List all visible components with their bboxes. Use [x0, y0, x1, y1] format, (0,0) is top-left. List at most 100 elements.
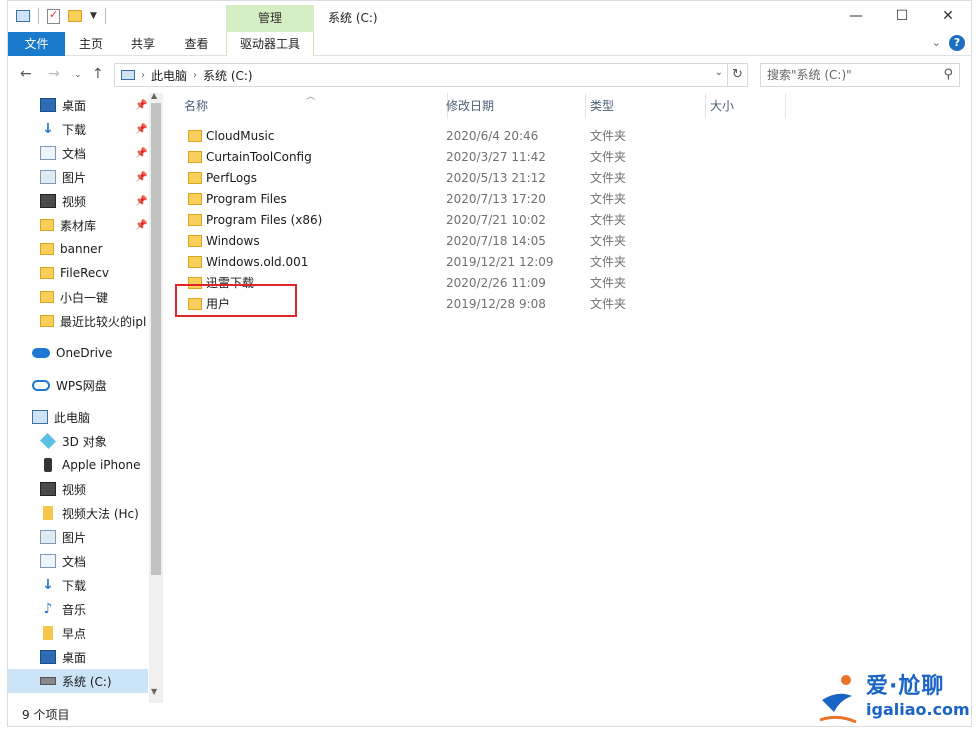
column-header-size[interactable]: 大小	[706, 93, 786, 119]
nav-item-pc-videos[interactable]: 视频	[8, 477, 148, 501]
properties-icon[interactable]	[47, 8, 60, 24]
folder-icon	[188, 256, 202, 268]
refresh-button[interactable]: ↻	[728, 63, 748, 87]
nav-item-downloads[interactable]: ↓ 下载 📌	[8, 117, 148, 141]
watermark-en-text: igaliao.com	[866, 700, 970, 719]
file-type: 文件夹	[590, 234, 627, 248]
scroll-up-chevron-icon[interactable]: ▲	[151, 91, 157, 100]
tab-manage[interactable]: 管理	[226, 5, 314, 32]
nav-item-video-drive[interactable]: 视频大法 (Hc)	[8, 501, 148, 525]
folder-icon	[40, 267, 54, 279]
nav-item-label: 此电脑	[54, 410, 91, 425]
download-icon: ↓	[42, 121, 54, 137]
file-date: 2020/7/13 17:20	[446, 192, 546, 206]
watermark: 爱·尬聊 igaliao.com	[818, 664, 978, 730]
column-header-date[interactable]: 修改日期	[442, 93, 586, 119]
file-row[interactable]: CloudMusic 2020/6/4 20:46 文件夹	[168, 126, 768, 147]
nav-item-onedrive[interactable]: OneDrive	[8, 341, 148, 365]
window-title: 系统 (C:)	[328, 11, 378, 25]
nav-item-material-library[interactable]: 素材库 📌	[8, 213, 148, 237]
pictures-icon	[40, 530, 56, 544]
file-row[interactable]: PerfLogs 2020/5/13 21:12 文件夹	[168, 168, 768, 189]
tab-drive-tools[interactable]: 驱动器工具	[226, 32, 314, 56]
file-type: 文件夹	[590, 129, 627, 143]
scroll-down-chevron-icon[interactable]: ▼	[151, 687, 157, 696]
folder-icon	[188, 130, 202, 142]
file-row[interactable]: Windows.old.001 2019/12/21 12:09 文件夹	[168, 252, 768, 273]
file-row[interactable]: Windows 2020/7/18 14:05 文件夹	[168, 231, 768, 252]
forward-arrow-icon[interactable]: →	[48, 66, 60, 82]
folder-icon	[40, 315, 54, 327]
tab-home[interactable]: 主页	[65, 32, 117, 56]
nav-item-pictures[interactable]: 图片 📌	[8, 165, 148, 189]
phone-icon	[44, 458, 52, 472]
file-type: 文件夹	[590, 150, 627, 164]
new-folder-icon[interactable]	[68, 10, 82, 22]
file-row[interactable]: CurtainToolConfig 2020/3/27 11:42 文件夹	[168, 147, 768, 168]
file-name: Program Files (x86)	[206, 213, 323, 227]
breadcrumb-chevron-icon[interactable]: ›	[193, 70, 197, 81]
nav-item-pc-pictures[interactable]: 图片	[8, 525, 148, 549]
back-arrow-icon[interactable]: ←	[20, 66, 32, 82]
highlight-annotation	[175, 284, 297, 317]
toolbar-divider	[104, 8, 106, 24]
nav-item-zaodian[interactable]: 早点	[8, 621, 148, 645]
nav-item-pc-desktop[interactable]: 桌面	[8, 645, 148, 669]
file-type: 文件夹	[590, 213, 627, 227]
nav-item-desktop[interactable]: 桌面 📌	[8, 93, 148, 117]
minimize-button[interactable]: —	[833, 1, 879, 32]
file-type: 文件夹	[590, 297, 627, 311]
nav-item-pc-documents[interactable]: 文档	[8, 549, 148, 573]
file-date: 2020/7/18 14:05	[446, 234, 546, 248]
nav-item-label: 视频	[62, 194, 87, 209]
up-arrow-icon[interactable]: ↑	[92, 66, 104, 82]
nav-item-xiaobai[interactable]: 小白一键	[8, 285, 148, 309]
nav-item-this-pc[interactable]: 此电脑	[8, 405, 148, 429]
recent-locations-chevron-icon[interactable]: ⌄	[74, 70, 82, 80]
nav-item-filerecv[interactable]: FileRecv	[8, 261, 148, 285]
pin-icon: 📌	[135, 147, 148, 159]
nav-item-music[interactable]: ♪ 音乐	[8, 597, 148, 621]
breadcrumb-chevron-icon[interactable]: ›	[141, 70, 145, 81]
maximize-button[interactable]: ☐	[879, 1, 925, 32]
search-input[interactable]: 搜索"系统 (C:)" ⚲	[760, 63, 960, 87]
drive-tag-icon	[43, 626, 53, 640]
onedrive-icon	[32, 348, 50, 358]
drive-icon	[40, 677, 56, 685]
tab-file[interactable]: 文件	[8, 32, 65, 56]
file-row[interactable]: Program Files 2020/7/13 17:20 文件夹	[168, 189, 768, 210]
this-pc-icon[interactable]	[16, 10, 30, 22]
nav-item-banner[interactable]: banner	[8, 237, 148, 261]
explorer-window: ▼ 管理 系统 (C:) — ☐ ✕ 文件 主页 共享 查看 驱动器工具 ⌄ ?…	[7, 0, 972, 727]
nav-item-label: 音乐	[62, 602, 87, 617]
scrollbar-thumb[interactable]	[151, 103, 161, 575]
nav-item-wps-cloud[interactable]: WPS网盘	[8, 373, 148, 397]
close-button[interactable]: ✕	[925, 1, 971, 32]
tab-share[interactable]: 共享	[117, 32, 169, 56]
column-header-type[interactable]: 类型	[586, 93, 706, 119]
address-dropdown-chevron-icon[interactable]: ⌄	[715, 67, 723, 78]
nav-pane-scrollbar[interactable]: ▲ ▼	[149, 91, 163, 703]
music-icon: ♪	[43, 601, 53, 617]
nav-item-3d-objects[interactable]: 3D 对象	[8, 429, 148, 453]
pin-icon: 📌	[135, 219, 148, 231]
nav-item-apple-iphone[interactable]: Apple iPhone	[8, 453, 148, 477]
nav-item-videos[interactable]: 视频 📌	[8, 189, 148, 213]
nav-item-pc-downloads[interactable]: ↓ 下载	[8, 573, 148, 597]
nav-item-label: 最近比较火的ipl	[60, 314, 147, 329]
expand-ribbon-chevron-icon[interactable]: ⌄	[932, 36, 941, 49]
nav-item-recent-popular[interactable]: 最近比较火的ipl	[8, 309, 148, 333]
file-date: 2020/7/21 10:02	[446, 213, 546, 227]
breadcrumb-this-pc[interactable]: 此电脑	[151, 67, 187, 84]
address-bar[interactable]: › 此电脑 › 系统 (C:) ⌄	[114, 63, 728, 87]
breadcrumb-drive-c[interactable]: 系统 (C:)	[203, 67, 253, 84]
folder-icon	[188, 193, 202, 205]
nav-item-label: 文档	[62, 146, 87, 161]
nav-item-label: 文档	[62, 554, 87, 569]
customize-toolbar-chevron-icon[interactable]: ▼	[90, 11, 97, 21]
file-row[interactable]: Program Files (x86) 2020/7/21 10:02 文件夹	[168, 210, 768, 231]
nav-item-drive-c[interactable]: 系统 (C:)	[8, 669, 148, 693]
nav-item-documents[interactable]: 文档 📌	[8, 141, 148, 165]
help-icon[interactable]: ?	[949, 35, 965, 51]
tab-view[interactable]: 查看	[169, 32, 224, 56]
